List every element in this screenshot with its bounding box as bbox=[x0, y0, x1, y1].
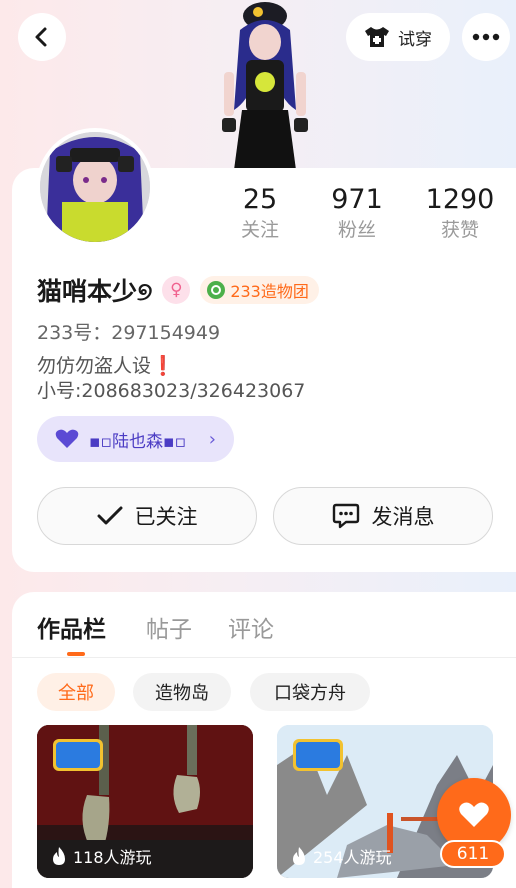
stat-label: 粉丝 bbox=[337, 219, 376, 241]
game-logo bbox=[53, 739, 103, 771]
follow-button[interactable]: 已关注 bbox=[37, 487, 257, 545]
try-on-button[interactable]: 试穿 bbox=[346, 13, 450, 61]
username: 猫哨本少୭ bbox=[37, 277, 153, 306]
couple-name: ▪▫陆也森▪▫ bbox=[89, 431, 187, 452]
avatar-image bbox=[40, 132, 150, 242]
like-count: 611 bbox=[440, 840, 506, 868]
tab-comments[interactable]: 评论 bbox=[228, 610, 274, 644]
try-on-label: 试穿 bbox=[398, 29, 432, 50]
game-logo bbox=[293, 739, 343, 771]
stat-value: 971 bbox=[331, 184, 383, 215]
play-count-text: 118人游玩 bbox=[73, 848, 152, 867]
filter-pocket-ark[interactable]: 口袋方舟 bbox=[250, 673, 370, 711]
tab-active-indicator bbox=[67, 652, 85, 656]
more-dots-icon bbox=[472, 33, 500, 41]
avatar-3d-figure bbox=[222, 2, 308, 170]
tab-posts[interactable]: 帖子 bbox=[146, 610, 192, 644]
stat-label: 关注 bbox=[240, 219, 279, 241]
profile-stats: 25 关注 971 粉丝 1290 获赞 bbox=[210, 184, 510, 248]
user-id: 233号：297154949 bbox=[37, 322, 221, 344]
back-arrow-icon bbox=[35, 27, 47, 47]
name-row: 猫哨本少୭ ♀ 233造物团 bbox=[37, 272, 319, 308]
chevron-right-icon: › bbox=[208, 428, 216, 450]
bio-line-2: 小号:208683023/326423067 bbox=[37, 380, 306, 402]
heart-icon bbox=[459, 802, 489, 827]
stat-following[interactable]: 25 关注 bbox=[210, 184, 310, 244]
avatar[interactable] bbox=[36, 128, 154, 246]
flame-icon bbox=[293, 847, 305, 865]
team-emblem-icon bbox=[207, 281, 226, 299]
stat-followers[interactable]: 971 粉丝 bbox=[307, 184, 407, 244]
play-count: 254人游玩 bbox=[291, 844, 392, 868]
play-count: 118人游玩 bbox=[51, 844, 152, 868]
bio: 勿仿勿盗人设❗ 小号:208683023/326423067 bbox=[37, 354, 305, 404]
exclamation-icon: ❗ bbox=[151, 355, 175, 377]
bio-line-1: 勿仿勿盗人设 bbox=[37, 355, 152, 377]
flame-icon bbox=[53, 847, 65, 865]
message-label: 发消息 bbox=[371, 505, 435, 529]
tabs-divider bbox=[12, 657, 516, 658]
stat-label: 获赞 bbox=[440, 219, 479, 241]
tshirt-icon bbox=[365, 27, 389, 47]
filter-all[interactable]: 全部 bbox=[37, 673, 115, 711]
couple-tag[interactable]: ▪▫陆也森▪▫ › bbox=[37, 416, 234, 462]
stat-likes[interactable]: 1290 获赞 bbox=[410, 184, 510, 244]
stat-value: 1290 bbox=[425, 184, 495, 215]
filter-creation-island[interactable]: 造物岛 bbox=[133, 673, 231, 711]
message-icon bbox=[332, 503, 359, 529]
more-button[interactable] bbox=[462, 13, 510, 61]
female-icon: ♀ bbox=[162, 276, 191, 304]
follow-label: 已关注 bbox=[134, 505, 198, 529]
message-button[interactable]: 发消息 bbox=[273, 487, 493, 545]
game-card[interactable]: 118人游玩 bbox=[37, 725, 253, 878]
heart-icon bbox=[55, 429, 79, 448]
stat-value: 25 bbox=[242, 184, 278, 215]
team-badge[interactable]: 233造物团 bbox=[200, 276, 319, 304]
play-count-text: 254人游玩 bbox=[313, 848, 392, 867]
tab-works[interactable]: 作品栏 bbox=[37, 610, 106, 644]
team-label: 233造物团 bbox=[230, 282, 309, 301]
check-icon bbox=[97, 506, 122, 525]
back-button[interactable] bbox=[18, 13, 66, 61]
